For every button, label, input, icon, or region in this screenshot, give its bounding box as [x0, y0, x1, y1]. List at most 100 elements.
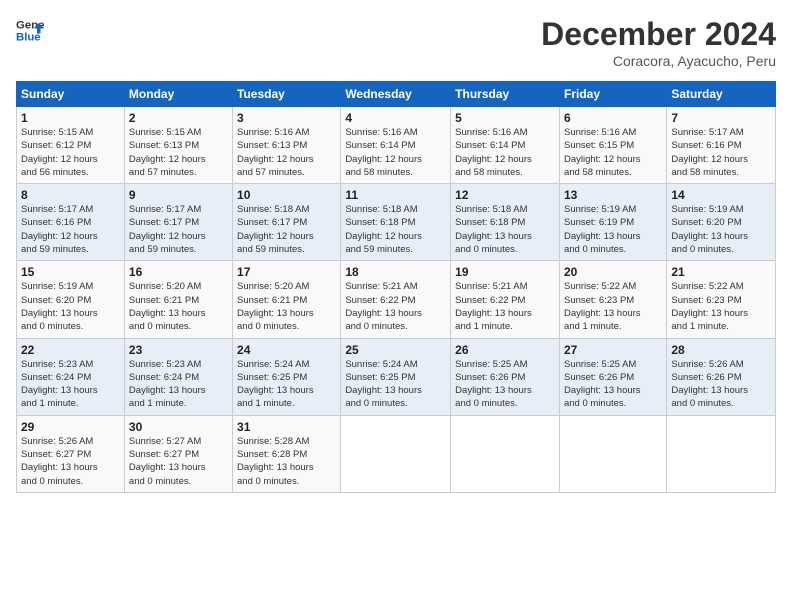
- calendar-cell: 8Sunrise: 5:17 AM Sunset: 6:16 PM Daylig…: [17, 184, 125, 261]
- day-info: Sunrise: 5:15 AM Sunset: 6:12 PM Dayligh…: [21, 126, 120, 179]
- day-info: Sunrise: 5:23 AM Sunset: 6:24 PM Dayligh…: [21, 358, 120, 411]
- header-wednesday: Wednesday: [341, 82, 451, 107]
- day-number: 5: [455, 111, 555, 125]
- header-tuesday: Tuesday: [233, 82, 341, 107]
- calendar-week-2: 8Sunrise: 5:17 AM Sunset: 6:16 PM Daylig…: [17, 184, 776, 261]
- header-thursday: Thursday: [451, 82, 560, 107]
- calendar-cell: 12Sunrise: 5:18 AM Sunset: 6:18 PM Dayli…: [451, 184, 560, 261]
- calendar-cell: 17Sunrise: 5:20 AM Sunset: 6:21 PM Dayli…: [233, 261, 341, 338]
- day-info: Sunrise: 5:22 AM Sunset: 6:23 PM Dayligh…: [564, 280, 662, 333]
- month-title: December 2024: [541, 16, 776, 53]
- day-number: 22: [21, 343, 120, 357]
- day-info: Sunrise: 5:16 AM Sunset: 6:14 PM Dayligh…: [455, 126, 555, 179]
- calendar-cell: 14Sunrise: 5:19 AM Sunset: 6:20 PM Dayli…: [667, 184, 776, 261]
- calendar-cell: 1Sunrise: 5:15 AM Sunset: 6:12 PM Daylig…: [17, 107, 125, 184]
- day-number: 26: [455, 343, 555, 357]
- calendar-cell: 27Sunrise: 5:25 AM Sunset: 6:26 PM Dayli…: [559, 338, 666, 415]
- day-info: Sunrise: 5:16 AM Sunset: 6:13 PM Dayligh…: [237, 126, 336, 179]
- calendar-week-3: 15Sunrise: 5:19 AM Sunset: 6:20 PM Dayli…: [17, 261, 776, 338]
- day-number: 20: [564, 265, 662, 279]
- day-info: Sunrise: 5:20 AM Sunset: 6:21 PM Dayligh…: [129, 280, 228, 333]
- day-number: 15: [21, 265, 120, 279]
- day-number: 19: [455, 265, 555, 279]
- day-number: 9: [129, 188, 228, 202]
- day-number: 17: [237, 265, 336, 279]
- day-info: Sunrise: 5:24 AM Sunset: 6:25 PM Dayligh…: [345, 358, 446, 411]
- day-info: Sunrise: 5:21 AM Sunset: 6:22 PM Dayligh…: [455, 280, 555, 333]
- day-info: Sunrise: 5:28 AM Sunset: 6:28 PM Dayligh…: [237, 435, 336, 488]
- calendar-cell: [559, 415, 666, 492]
- calendar-cell: 7Sunrise: 5:17 AM Sunset: 6:16 PM Daylig…: [667, 107, 776, 184]
- calendar-cell: [451, 415, 560, 492]
- day-number: 13: [564, 188, 662, 202]
- day-number: 11: [345, 188, 446, 202]
- day-info: Sunrise: 5:19 AM Sunset: 6:20 PM Dayligh…: [21, 280, 120, 333]
- day-number: 18: [345, 265, 446, 279]
- calendar-cell: 23Sunrise: 5:23 AM Sunset: 6:24 PM Dayli…: [124, 338, 232, 415]
- day-number: 14: [671, 188, 771, 202]
- logo-icon: General Blue: [16, 16, 44, 44]
- calendar-cell: 3Sunrise: 5:16 AM Sunset: 6:13 PM Daylig…: [233, 107, 341, 184]
- weekday-header-row: Sunday Monday Tuesday Wednesday Thursday…: [17, 82, 776, 107]
- day-number: 16: [129, 265, 228, 279]
- day-number: 2: [129, 111, 228, 125]
- day-number: 3: [237, 111, 336, 125]
- day-number: 21: [671, 265, 771, 279]
- day-number: 7: [671, 111, 771, 125]
- day-info: Sunrise: 5:22 AM Sunset: 6:23 PM Dayligh…: [671, 280, 771, 333]
- day-info: Sunrise: 5:23 AM Sunset: 6:24 PM Dayligh…: [129, 358, 228, 411]
- day-number: 10: [237, 188, 336, 202]
- day-number: 12: [455, 188, 555, 202]
- day-number: 23: [129, 343, 228, 357]
- calendar-cell: [341, 415, 451, 492]
- calendar-cell: 13Sunrise: 5:19 AM Sunset: 6:19 PM Dayli…: [559, 184, 666, 261]
- calendar-week-5: 29Sunrise: 5:26 AM Sunset: 6:27 PM Dayli…: [17, 415, 776, 492]
- day-info: Sunrise: 5:27 AM Sunset: 6:27 PM Dayligh…: [129, 435, 228, 488]
- calendar-cell: 21Sunrise: 5:22 AM Sunset: 6:23 PM Dayli…: [667, 261, 776, 338]
- day-info: Sunrise: 5:20 AM Sunset: 6:21 PM Dayligh…: [237, 280, 336, 333]
- calendar-cell: 20Sunrise: 5:22 AM Sunset: 6:23 PM Dayli…: [559, 261, 666, 338]
- day-number: 6: [564, 111, 662, 125]
- calendar-cell: 25Sunrise: 5:24 AM Sunset: 6:25 PM Dayli…: [341, 338, 451, 415]
- calendar-cell: 10Sunrise: 5:18 AM Sunset: 6:17 PM Dayli…: [233, 184, 341, 261]
- calendar-cell: [667, 415, 776, 492]
- calendar-cell: 29Sunrise: 5:26 AM Sunset: 6:27 PM Dayli…: [17, 415, 125, 492]
- svg-text:Blue: Blue: [16, 32, 41, 44]
- day-info: Sunrise: 5:19 AM Sunset: 6:20 PM Dayligh…: [671, 203, 771, 256]
- day-info: Sunrise: 5:19 AM Sunset: 6:19 PM Dayligh…: [564, 203, 662, 256]
- calendar-cell: 6Sunrise: 5:16 AM Sunset: 6:15 PM Daylig…: [559, 107, 666, 184]
- day-number: 29: [21, 420, 120, 434]
- calendar-cell: 30Sunrise: 5:27 AM Sunset: 6:27 PM Dayli…: [124, 415, 232, 492]
- day-number: 30: [129, 420, 228, 434]
- day-info: Sunrise: 5:25 AM Sunset: 6:26 PM Dayligh…: [564, 358, 662, 411]
- day-info: Sunrise: 5:24 AM Sunset: 6:25 PM Dayligh…: [237, 358, 336, 411]
- calendar-week-1: 1Sunrise: 5:15 AM Sunset: 6:12 PM Daylig…: [17, 107, 776, 184]
- calendar-cell: 26Sunrise: 5:25 AM Sunset: 6:26 PM Dayli…: [451, 338, 560, 415]
- header-monday: Monday: [124, 82, 232, 107]
- day-info: Sunrise: 5:18 AM Sunset: 6:17 PM Dayligh…: [237, 203, 336, 256]
- day-number: 1: [21, 111, 120, 125]
- calendar-table: Sunday Monday Tuesday Wednesday Thursday…: [16, 81, 776, 493]
- day-info: Sunrise: 5:21 AM Sunset: 6:22 PM Dayligh…: [345, 280, 446, 333]
- calendar-cell: 9Sunrise: 5:17 AM Sunset: 6:17 PM Daylig…: [124, 184, 232, 261]
- day-number: 25: [345, 343, 446, 357]
- day-info: Sunrise: 5:18 AM Sunset: 6:18 PM Dayligh…: [455, 203, 555, 256]
- day-info: Sunrise: 5:26 AM Sunset: 6:27 PM Dayligh…: [21, 435, 120, 488]
- day-info: Sunrise: 5:15 AM Sunset: 6:13 PM Dayligh…: [129, 126, 228, 179]
- location: Coracora, Ayacucho, Peru: [541, 53, 776, 69]
- calendar-cell: 22Sunrise: 5:23 AM Sunset: 6:24 PM Dayli…: [17, 338, 125, 415]
- calendar-cell: 31Sunrise: 5:28 AM Sunset: 6:28 PM Dayli…: [233, 415, 341, 492]
- day-info: Sunrise: 5:16 AM Sunset: 6:14 PM Dayligh…: [345, 126, 446, 179]
- day-info: Sunrise: 5:16 AM Sunset: 6:15 PM Dayligh…: [564, 126, 662, 179]
- calendar-cell: 28Sunrise: 5:26 AM Sunset: 6:26 PM Dayli…: [667, 338, 776, 415]
- calendar-cell: 18Sunrise: 5:21 AM Sunset: 6:22 PM Dayli…: [341, 261, 451, 338]
- calendar-cell: 11Sunrise: 5:18 AM Sunset: 6:18 PM Dayli…: [341, 184, 451, 261]
- day-number: 31: [237, 420, 336, 434]
- day-info: Sunrise: 5:17 AM Sunset: 6:17 PM Dayligh…: [129, 203, 228, 256]
- logo: General Blue: [16, 16, 44, 44]
- header-sunday: Sunday: [17, 82, 125, 107]
- calendar-container: General Blue December 2024 Coracora, Aya…: [0, 0, 792, 501]
- title-block: December 2024 Coracora, Ayacucho, Peru: [541, 16, 776, 69]
- header-friday: Friday: [559, 82, 666, 107]
- day-number: 4: [345, 111, 446, 125]
